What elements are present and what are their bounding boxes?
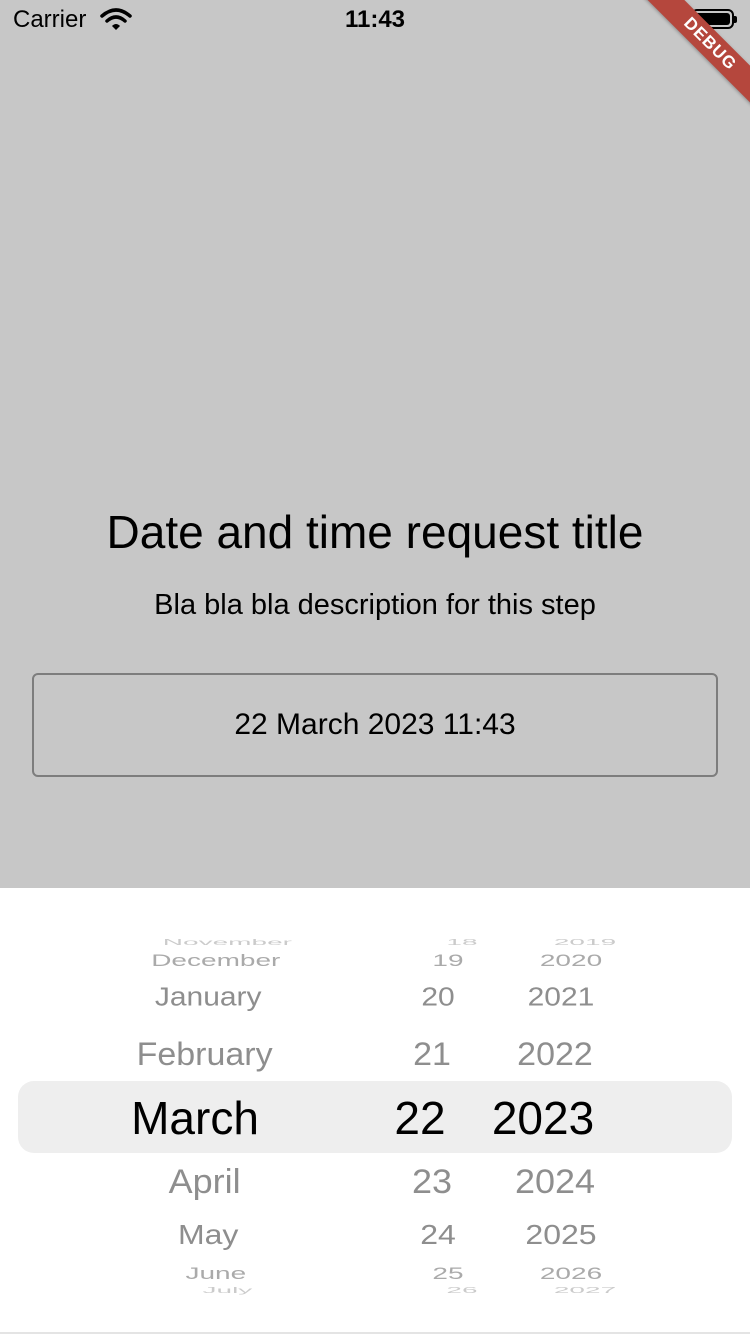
month-option[interactable]: November [163, 938, 292, 946]
day-option[interactable]: 20 [421, 985, 454, 1011]
year-option[interactable]: 2025 [525, 1221, 596, 1249]
month-option[interactable]: May [178, 1221, 238, 1249]
day-option[interactable]: 25 [432, 1265, 463, 1282]
day-option[interactable]: 23 [412, 1164, 452, 1199]
month-option[interactable]: April [169, 1164, 241, 1199]
day-option[interactable]: 21 [413, 1038, 451, 1071]
datetime-field[interactable]: 22 March 2023 11:43 [32, 673, 718, 777]
day-option[interactable]: 26 [446, 1286, 477, 1294]
month-option[interactable]: January [155, 985, 262, 1011]
year-option-selected[interactable]: 2023 [492, 1095, 594, 1141]
date-picker[interactable]: November December January February March Apri… [0, 888, 750, 1334]
month-option[interactable]: February [137, 1038, 273, 1071]
status-time: 11:43 [344, 6, 406, 33]
day-option[interactable]: 19 [432, 952, 463, 969]
month-option[interactable]: July [202, 1286, 252, 1294]
status-bar: Carrier 11:43 [0, 0, 750, 40]
day-option[interactable]: 18 [446, 938, 477, 946]
day-option-selected[interactable]: 22 [394, 1095, 445, 1141]
month-option[interactable]: June [185, 1265, 246, 1282]
datetime-value: 22 March 2023 11:43 [234, 708, 516, 741]
step-description: Bla bla bla description for this step [154, 589, 596, 621]
year-option[interactable]: 2021 [528, 985, 595, 1011]
year-option[interactable]: 2020 [540, 952, 602, 969]
picker-selection-band [18, 1081, 732, 1153]
day-option[interactable]: 24 [420, 1221, 456, 1249]
year-option[interactable]: 2026 [540, 1265, 602, 1282]
month-option-selected[interactable]: March [131, 1095, 259, 1141]
month-option[interactable]: December [151, 952, 280, 969]
year-option[interactable]: 2024 [515, 1164, 595, 1199]
step-title: Date and time request title [106, 506, 644, 558]
year-option[interactable]: 2022 [517, 1038, 593, 1071]
year-option[interactable]: 2019 [554, 938, 616, 946]
year-option[interactable]: 2027 [554, 1286, 616, 1294]
